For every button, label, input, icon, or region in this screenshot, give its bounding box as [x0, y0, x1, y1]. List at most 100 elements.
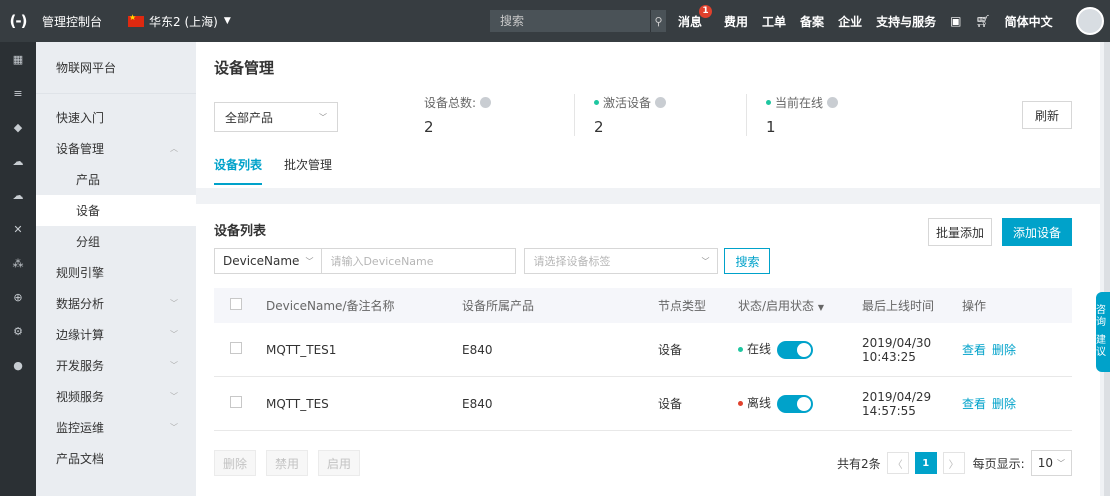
region-label: 华东2 (上海) [149, 14, 218, 29]
avatar[interactable] [1076, 7, 1104, 35]
page-scrollbar[interactable] [1104, 42, 1110, 496]
support-link[interactable]: 支持与服务 [876, 13, 936, 30]
sidebar-item-label: 开发服务 [56, 359, 105, 373]
batch-add-button[interactable]: 批量添加 [928, 218, 992, 246]
add-device-button[interactable]: 添加设备 [1002, 218, 1072, 246]
iot-sidebar: 物联网平台 快速入门 设备管理 ︿ 产品 设备 分组 规则引擎 数据分析 ﹀ 边缘计… [36, 42, 196, 496]
globe-icon[interactable]: ⊕ [0, 280, 36, 314]
stat-total-devices: 设备总数: 2 [424, 94, 492, 136]
column-header-status[interactable]: 状态/启用状态 ▼ [728, 297, 852, 314]
enable-toggle[interactable] [777, 394, 814, 413]
chevron-up-icon: ︿ [170, 144, 178, 153]
product-select[interactable]: 全部产品 ﹀ [214, 102, 338, 132]
sidebar-item-edge-computing[interactable]: 边缘计算 ﹀ [36, 319, 196, 350]
page-size-label: 每页显示: [972, 456, 1025, 471]
device-name[interactable]: MQTT_TES1 [256, 343, 452, 357]
sidebar-item-label: 视频服务 [56, 390, 105, 404]
tools-icon[interactable]: ✕ [0, 212, 36, 246]
row-checkbox[interactable] [230, 342, 242, 354]
sidebar-item-rule-engine[interactable]: 规则引擎 [36, 257, 196, 288]
region-selector[interactable]: 华东2 (上海) ▼ [128, 13, 231, 30]
sidebar-item-quickstart[interactable]: 快速入门 [36, 102, 196, 133]
bulk-delete-button[interactable]: 删除 [214, 450, 257, 476]
tab-batch-management[interactable]: 批次管理 [284, 156, 332, 185]
stat-label: 激活设备 [603, 96, 652, 110]
offline-dot-icon [738, 401, 743, 407]
global-search-input[interactable] [490, 14, 650, 28]
chevron-down-icon: ﹀ [319, 112, 327, 122]
view-link[interactable]: 查看 [962, 397, 986, 411]
sidebar-item-dev-services[interactable]: 开发服务 ﹀ [36, 350, 196, 381]
circle-icon[interactable]: ● [0, 348, 36, 382]
page-number[interactable]: 1 [914, 452, 937, 474]
sidebar-item-label: 监控运维 [56, 421, 105, 435]
list-title: 设备列表 [214, 224, 267, 239]
caret-down-icon: ▼ [223, 16, 231, 26]
terminal-icon[interactable]: ▣ [950, 14, 961, 28]
cart-icon[interactable]: 🛒︎ [975, 14, 990, 28]
sidebar-item-groups[interactable]: 分组 [36, 226, 196, 257]
list-icon[interactable]: ≡ [0, 76, 36, 110]
column-header: DeviceName/备注名称 [266, 299, 395, 313]
table-row: MQTT_TES E840 设备 离线 2019/04/29 14:57:55 查… [214, 377, 1072, 431]
help-icon[interactable] [655, 97, 667, 108]
select-all-checkbox[interactable] [230, 298, 242, 310]
console-logo[interactable]: (-) [0, 0, 36, 42]
prev-page-icon[interactable]: 〈 [886, 452, 909, 474]
china-flag-icon [128, 13, 145, 27]
grid-icon[interactable]: ▦ [0, 42, 36, 76]
devicename-input[interactable]: 请输入DeviceName [322, 248, 517, 274]
nodes-icon[interactable]: ⁂ [0, 246, 36, 280]
tab-device-list[interactable]: 设备列表 [214, 156, 263, 185]
bulk-disable-button[interactable]: 禁用 [266, 450, 309, 476]
next-page-icon[interactable]: 〉 [942, 452, 965, 474]
refresh-button[interactable]: 刷新 [1022, 101, 1072, 129]
bulk-enable-button[interactable]: 启用 [318, 450, 361, 476]
shield-icon[interactable]: ◆ [0, 110, 36, 144]
search-button[interactable]: 搜索 [724, 248, 771, 274]
console-home-link[interactable]: 管理控制台 [42, 13, 102, 30]
sidebar-item-video-services[interactable]: 视频服务 ﹀ [36, 381, 196, 412]
messages-link[interactable]: 消息 1 [678, 4, 713, 30]
enterprise-link[interactable]: 企业 [838, 13, 862, 30]
view-link[interactable]: 查看 [962, 343, 986, 357]
help-icon[interactable] [480, 97, 492, 108]
page-size-select[interactable]: 10 ﹀ [1030, 450, 1072, 476]
stat-activated-devices: 激活设备 2 [574, 94, 667, 136]
language-link[interactable]: 简体中文 [1005, 13, 1053, 30]
sidebar-item-label: 分组 [76, 235, 101, 249]
icp-link[interactable]: 备案 [800, 13, 824, 30]
sidebar-item-monitoring[interactable]: 监控运维 ﹀ [36, 412, 196, 443]
device-name[interactable]: MQTT_TES [256, 397, 452, 411]
column-header: 最后上线时间 [862, 299, 935, 313]
help-icon[interactable] [827, 97, 839, 108]
settings-icon[interactable]: ⚙ [0, 314, 36, 348]
node-type: 设备 [658, 343, 683, 357]
delete-link[interactable]: 删除 [992, 397, 1016, 411]
delete-link[interactable]: 删除 [992, 343, 1016, 357]
device-status: 在线 [728, 340, 852, 359]
sidebar-item-products[interactable]: 产品 [36, 164, 196, 195]
table-header: DeviceName/备注名称 设备所属产品 节点类型 状态/启用状态 ▼ 最后… [214, 288, 1072, 323]
device-tag-select[interactable]: 请选择设备标签 ﹀ [524, 248, 719, 274]
sidebar-item-devices[interactable]: 设备 [36, 195, 196, 226]
main-content: 设备管理 全部产品 ﹀ 设备总数: 2 激活设备 2 当前在线 1 刷新 设备列… [196, 42, 1110, 496]
top-navbar: (-) 管理控制台 华东2 (上海) ▼ ⚲ 消息1 费用 工单 备案 企业 支… [0, 0, 1110, 42]
last-online-time: 2019/04/29 14:57:55 [862, 389, 932, 418]
sort-caret-icon: ▼ [817, 303, 825, 312]
sidebar-item-docs[interactable]: 产品文档 [36, 443, 196, 474]
tickets-link[interactable]: 工单 [762, 13, 786, 30]
cloud-upload-icon[interactable]: ☁ [0, 178, 36, 212]
sidebar-item-data-analysis[interactable]: 数据分析 ﹀ [36, 288, 196, 319]
cloud-icon[interactable]: ☁ [0, 144, 36, 178]
status-dot [766, 100, 771, 105]
sidebar-item-device-management[interactable]: 设备管理 ︿ [36, 133, 196, 164]
search-icon[interactable]: ⚲ [650, 10, 666, 32]
stat-label: 设备总数: [424, 96, 477, 110]
global-search: ⚲ [490, 10, 666, 32]
enable-toggle[interactable] [777, 340, 814, 359]
row-checkbox[interactable] [230, 396, 242, 408]
filter-field-select[interactable]: DeviceName ﹀ [214, 248, 323, 274]
billing-link[interactable]: 费用 [724, 13, 748, 30]
feedback-float-button[interactable]: 咨询 建议 [1096, 292, 1110, 372]
